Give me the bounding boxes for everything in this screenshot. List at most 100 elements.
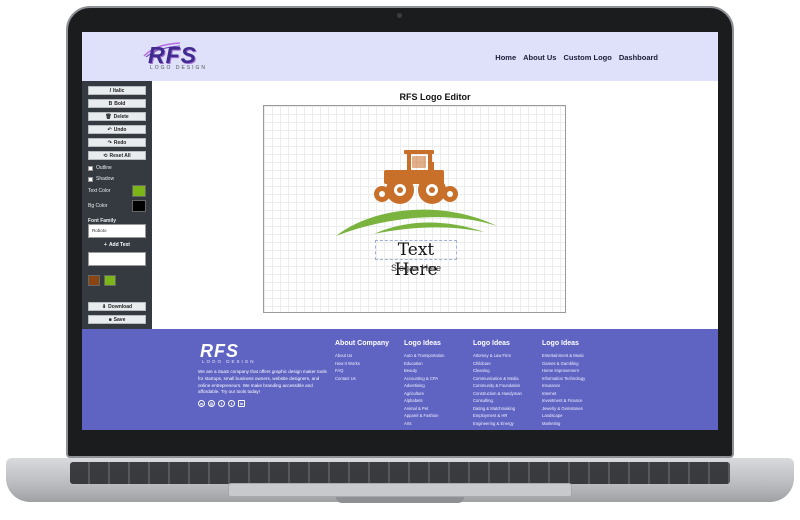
footer-link[interactable]: Insurance <box>542 382 585 390</box>
footer-link[interactable]: Childcare <box>473 360 522 368</box>
facebook-icon[interactable]: f <box>218 400 225 407</box>
footer-link[interactable]: Marketing <box>542 420 585 428</box>
download-icon: ⬇ <box>101 303 107 310</box>
footer-link[interactable]: Arts <box>404 420 445 428</box>
italic-label: Italic <box>112 87 125 94</box>
site-footer: RFS LOGO DESIGN We are a SaaS company th… <box>82 329 718 430</box>
footer-link[interactable]: Auto & Transportation <box>404 352 445 360</box>
plus-icon: + <box>104 242 107 248</box>
brand-logo[interactable]: RFS LOGO DESIGN <box>143 42 212 74</box>
whatsapp-icon[interactable]: w <box>198 400 205 407</box>
nav-home[interactable]: Home <box>495 53 516 62</box>
footer-column-title: Logo Ideas <box>473 340 510 347</box>
linkedin-icon[interactable]: in <box>238 400 245 407</box>
logo-canvas[interactable]: Text Here Slogan Here <box>263 105 566 313</box>
footer-link[interactable]: Landscape <box>542 412 585 420</box>
text-color-label: Text Color <box>88 188 111 194</box>
bold-icon: B <box>108 100 113 107</box>
footer-link[interactable]: Animal & Pet <box>404 405 445 413</box>
download-button[interactable]: ⬇ Download <box>88 302 146 311</box>
new-text-input[interactable] <box>88 252 146 266</box>
reset-all-label: Reset All <box>109 152 131 159</box>
footer-link[interactable]: Apparel & Fashion <box>404 412 445 420</box>
delete-button[interactable]: 🗑 Delete <box>88 112 146 121</box>
footer-link[interactable]: Home Improvement <box>542 367 585 375</box>
save-button[interactable]: ■ Save <box>88 315 146 324</box>
nav-custom-logo[interactable]: Custom Logo <box>563 53 611 62</box>
editor-title: RFS Logo Editor <box>399 92 471 102</box>
footer-link[interactable]: Agriculture <box>404 390 445 398</box>
footer-link[interactable]: Advertising <box>404 382 445 390</box>
footer-link[interactable]: Contact Us <box>335 375 389 383</box>
footer-link[interactable]: Employment & HR <box>473 412 522 420</box>
footer-link[interactable]: Communication & Media <box>473 375 522 383</box>
font-family-select[interactable]: Roboto <box>88 224 146 238</box>
footer-link[interactable]: Cleaning <box>473 367 522 375</box>
logo-slogan-text[interactable]: Slogan Here <box>375 263 457 273</box>
footer-link[interactable]: Accounting & CPA <box>404 375 445 383</box>
italic-button[interactable]: I Italic <box>88 86 146 95</box>
footer-link[interactable]: Community & Foundation <box>473 382 522 390</box>
footer-link-list: Entertainment & Music Games & Gambling H… <box>542 352 585 427</box>
shadow-checkbox[interactable] <box>88 176 93 182</box>
add-text-button[interactable]: + Add Text <box>88 240 146 250</box>
footer-link[interactable]: Construction & Handyman <box>473 390 522 398</box>
footer-link[interactable]: Engineering & Energy <box>473 420 522 428</box>
nav-about-us[interactable]: About Us <box>523 53 556 62</box>
shadow-option[interactable]: Shadow <box>88 176 114 182</box>
instagram-icon[interactable]: ◎ <box>208 400 215 407</box>
twitter-icon[interactable]: t <box>228 400 235 407</box>
laptop-hinge <box>336 497 464 503</box>
footer-link[interactable]: How It Works <box>335 360 389 368</box>
field-swoosh-icon <box>336 209 497 236</box>
footer-link[interactable]: Jewelry & Gemstones <box>542 405 585 413</box>
shadow-label: Shadow <box>96 176 115 182</box>
footer-link[interactable]: Information Technology <box>542 375 585 383</box>
bg-color-label: Bg Color <box>88 203 108 209</box>
text-color-picker[interactable] <box>132 185 146 197</box>
footer-column-title: Logo Ideas <box>404 340 441 347</box>
italic-icon: I <box>109 87 111 94</box>
outline-checkbox[interactable] <box>88 165 93 171</box>
element-color-swatch[interactable] <box>88 275 100 286</box>
logo-main-text[interactable]: Text Here <box>375 240 457 280</box>
bold-button[interactable]: B Bold <box>88 99 146 108</box>
footer-link[interactable]: Investment & Finance <box>542 397 585 405</box>
footer-link[interactable]: Consulting <box>473 397 522 405</box>
add-text-label: Add Text <box>108 242 130 248</box>
undo-button[interactable]: ↶ Undo <box>88 125 146 134</box>
bg-color-row: Bg Color <box>88 200 146 212</box>
laptop-keyboard <box>70 462 730 484</box>
reset-all-button[interactable]: ⟲ Reset All <box>88 151 146 160</box>
brand-tagline: LOGO DESIGN <box>150 65 208 71</box>
footer-link[interactable]: Education <box>404 360 445 368</box>
element-color-swatch[interactable] <box>104 275 116 286</box>
footer-link[interactable]: Beauty <box>404 367 445 375</box>
bold-label: Bold <box>114 100 126 107</box>
tractor-logo-graphic[interactable] <box>334 148 499 240</box>
laptop-screen: RFS LOGO DESIGN Home About Us Custom Log… <box>82 32 718 430</box>
nav-dashboard[interactable]: Dashboard <box>619 53 658 62</box>
footer-link[interactable]: Games & Gambling <box>542 360 585 368</box>
main-nav: Home About Us Custom Logo Dashboard <box>495 53 658 62</box>
footer-link[interactable]: Internet <box>542 390 585 398</box>
undo-label: Undo <box>113 126 127 133</box>
footer-brand-tagline: LOGO DESIGN <box>202 359 256 364</box>
save-icon: ■ <box>108 316 112 323</box>
redo-button[interactable]: ↷ Redo <box>88 138 146 147</box>
footer-link[interactable]: FAQ <box>335 367 389 375</box>
footer-link[interactable]: About Us <box>335 352 389 360</box>
bg-color-picker[interactable] <box>132 200 146 212</box>
footer-link[interactable]: Attorney & Law Firm <box>473 352 522 360</box>
footer-link[interactable]: Dating & Matchmaking <box>473 405 522 413</box>
footer-column-logo-ideas-3: Logo Ideas Entertainment & Music Games &… <box>542 340 585 427</box>
undo-icon: ↶ <box>107 126 112 133</box>
outline-option[interactable]: Outline <box>88 165 112 171</box>
footer-link[interactable]: Entertainment & Music <box>542 352 585 360</box>
footer-link-list: About Us How It Works FAQ Contact Us <box>335 352 389 382</box>
redo-label: Redo <box>113 139 127 146</box>
footer-link-list: Auto & Transportation Education Beauty A… <box>404 352 445 427</box>
footer-link[interactable]: Alphabets <box>404 397 445 405</box>
outline-label: Outline <box>96 165 112 171</box>
footer-description: We are a SaaS company that offers graphi… <box>198 369 327 395</box>
